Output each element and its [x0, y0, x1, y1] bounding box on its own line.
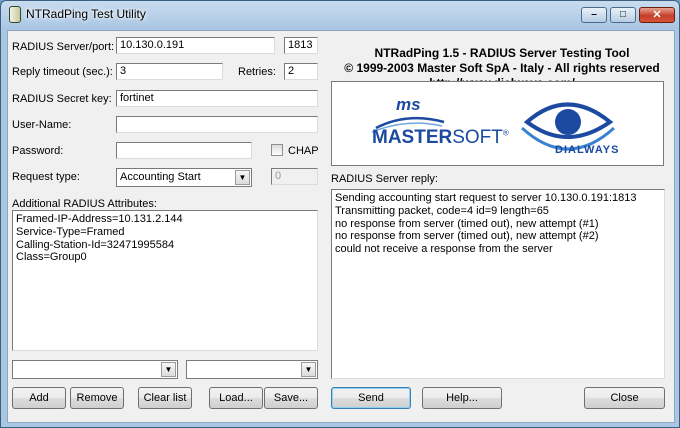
attributes-label: Additional RADIUS Attributes:: [12, 198, 157, 210]
reply-line: Sending accounting start request to serv…: [335, 192, 637, 204]
attribute-value-select[interactable]: ▼: [186, 360, 318, 379]
save-button[interactable]: Save...: [264, 387, 318, 409]
add-button[interactable]: Add: [12, 387, 66, 409]
dialways-logo-text: DIALWAYS: [555, 144, 620, 156]
chap-label: CHAP: [288, 145, 319, 157]
window-title: NTRadPing Test Utility: [26, 7, 146, 21]
password-label: Password:: [12, 145, 64, 157]
server-label: RADIUS Server/port:: [12, 41, 115, 53]
retries-input[interactable]: 2: [284, 63, 318, 80]
close-button[interactable]: Close: [584, 387, 665, 409]
port-input[interactable]: 1813: [284, 37, 318, 54]
dialways-pupil-icon: [555, 109, 581, 135]
mastersoft-small-text: ms: [396, 95, 421, 114]
password-input[interactable]: [116, 142, 252, 159]
title-bar[interactable]: NTRadPing Test Utility – □ ✕: [1, 1, 679, 27]
reply-line: no response from server (timed out), new…: [335, 230, 599, 243]
reply-line: no response from server (timed out), new…: [335, 217, 599, 230]
chevron-down-icon: ▼: [301, 362, 316, 377]
reply-line: could not receive a response from the se…: [335, 243, 553, 256]
load-button[interactable]: Load...: [209, 387, 263, 409]
app-window: NTRadPing Test Utility – □ ✕ RADIUS Serv…: [0, 0, 680, 428]
reply-line: Transmitting packet, code=4 id=9 length=…: [335, 204, 549, 217]
app-icon: [9, 6, 21, 23]
close-window-button[interactable]: ✕: [639, 7, 675, 23]
request-type-label: Request type:: [12, 171, 80, 183]
timeout-input[interactable]: 3: [116, 63, 223, 80]
attribute-item[interactable]: Calling-Station-Id=32471995584: [16, 239, 314, 252]
secret-label: RADIUS Secret key:: [12, 93, 112, 105]
help-button[interactable]: Help...: [422, 387, 502, 409]
maximize-button[interactable]: □: [610, 7, 636, 23]
server-input[interactable]: 10.130.0.191: [116, 37, 275, 54]
close-icon: ✕: [652, 9, 662, 21]
mastersoft-logo-text: MASTERSOFT®: [372, 127, 509, 149]
username-input[interactable]: [116, 116, 318, 133]
request-type-select[interactable]: Accounting Start ▼: [116, 168, 252, 187]
maximize-icon: □: [619, 9, 627, 20]
timeout-label: Reply timeout (sec.):: [12, 66, 113, 78]
request-type-value: Accounting Start: [120, 171, 201, 183]
mastersoft-reg: ®: [502, 128, 509, 138]
username-label: User-Name:: [12, 119, 72, 131]
clear-list-button[interactable]: Clear list: [138, 387, 192, 409]
remove-button[interactable]: Remove: [70, 387, 124, 409]
attributes-list[interactable]: Framed-IP-Address=10.131.2.144 Service-T…: [12, 210, 318, 351]
mastersoft-part-a: MASTER: [372, 127, 453, 148]
secret-input[interactable]: fortinet: [116, 90, 318, 107]
attribute-item[interactable]: Framed-IP-Address=10.131.2.144: [16, 213, 314, 226]
chap-checkbox[interactable]: [271, 144, 283, 156]
attribute-item[interactable]: Class=Group0: [16, 251, 314, 264]
header-title: NTRadPing 1.5 - RADIUS Server Testing To…: [374, 46, 630, 60]
mastersoft-part-b: SOFT: [452, 127, 503, 148]
chevron-down-icon: ▼: [235, 170, 250, 185]
request-code-input: 0: [271, 168, 318, 185]
header-copyright: © 1999-2003 Master Soft SpA - Italy - Al…: [344, 61, 660, 75]
reply-label: RADIUS Server reply:: [331, 173, 438, 185]
attribute-name-select[interactable]: ▼: [12, 360, 178, 379]
client-area: RADIUS Server/port: 10.130.0.191 1813 Re…: [7, 30, 675, 423]
send-button[interactable]: Send: [331, 387, 411, 409]
reply-output[interactable]: Sending accounting start request to serv…: [331, 189, 665, 379]
minimize-button[interactable]: –: [581, 7, 607, 23]
retries-label: Retries:: [238, 66, 276, 78]
attribute-item[interactable]: Service-Type=Framed: [16, 226, 314, 239]
minimize-icon: –: [591, 9, 597, 20]
chevron-down-icon: ▼: [161, 362, 176, 377]
